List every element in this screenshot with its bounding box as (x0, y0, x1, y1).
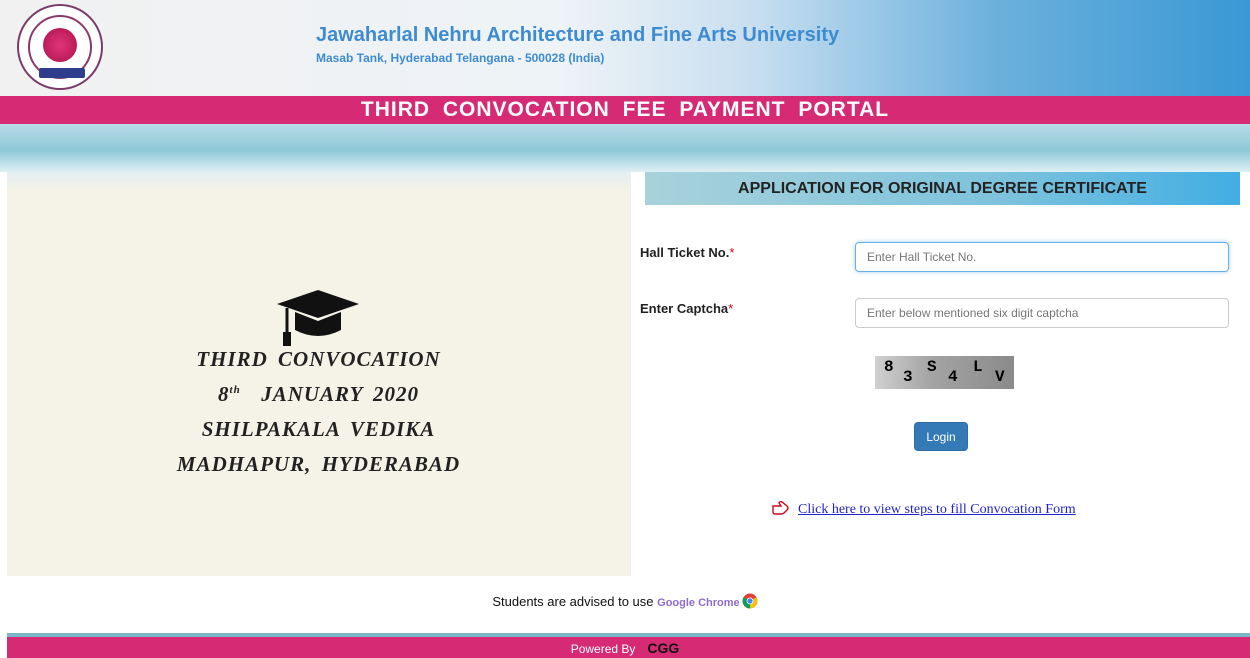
captcha-label-text: Enter Captcha (640, 301, 729, 316)
pointing-hand-icon (772, 501, 789, 515)
captcha-char: 4 (948, 368, 958, 386)
captcha-char: 8 (884, 358, 894, 376)
portal-title: THIRD CONVOCATION FEE PAYMENT PORTAL (360, 98, 890, 121)
form-heading: APPLICATION FOR ORIGINAL DEGREE CERTIFIC… (645, 172, 1240, 205)
required-mark: * (728, 301, 734, 316)
cgg-logo-text: CGG (647, 640, 680, 656)
university-seal-icon (17, 4, 103, 90)
university-address: Masab Tank, Hyderabad Telangana - 500028… (316, 51, 605, 65)
event-date: 8th JANUARY 2020 (7, 382, 630, 407)
captcha-label: Enter Captcha* (640, 301, 733, 316)
event-day: 8 (218, 382, 230, 406)
browser-advisory: Students are advised to use Google Chrom… (0, 593, 1250, 609)
convocation-steps-link[interactable]: Click here to view steps to fill Convoca… (798, 502, 1076, 517)
advisory-text: Students are advised to use (492, 594, 654, 609)
captcha-char: V (995, 368, 1005, 386)
decorative-band (0, 124, 1250, 172)
event-day-suffix: th (229, 384, 241, 396)
hall-ticket-label: Hall Ticket No.* (640, 245, 734, 260)
event-venue: SHILPAKALA VEDIKA (201, 417, 436, 441)
steps-link-row: Click here to view steps to fill Convoca… (772, 501, 1076, 518)
powered-by: Powered By CGG (0, 640, 1250, 656)
captcha-image: 8 3 S 4 L V (875, 356, 1014, 389)
chrome-logo-icon (742, 593, 758, 609)
event-info-panel (7, 172, 630, 576)
header-banner: Jawaharlal Nehru Architecture and Fine A… (0, 0, 1250, 96)
event-month-year: JANUARY 2020 (261, 382, 419, 406)
graduation-cap-icon (277, 290, 359, 346)
captcha-char: 3 (903, 368, 913, 386)
event-city: MADHAPUR, HYDERABAD (176, 452, 461, 476)
hall-ticket-input[interactable] (855, 242, 1229, 272)
captcha-input[interactable] (855, 298, 1229, 328)
required-mark: * (729, 245, 735, 260)
university-name: Jawaharlal Nehru Architecture and Fine A… (316, 24, 840, 46)
captcha-char: S (927, 358, 937, 376)
hall-ticket-label-text: Hall Ticket No. (640, 245, 730, 260)
login-button[interactable]: Login (914, 422, 968, 451)
captcha-char: L (973, 358, 983, 376)
event-title: THIRD CONVOCATION (196, 347, 441, 371)
google-chrome-text: Google Chrome (657, 597, 740, 609)
powered-by-text: Powered By (570, 642, 636, 656)
